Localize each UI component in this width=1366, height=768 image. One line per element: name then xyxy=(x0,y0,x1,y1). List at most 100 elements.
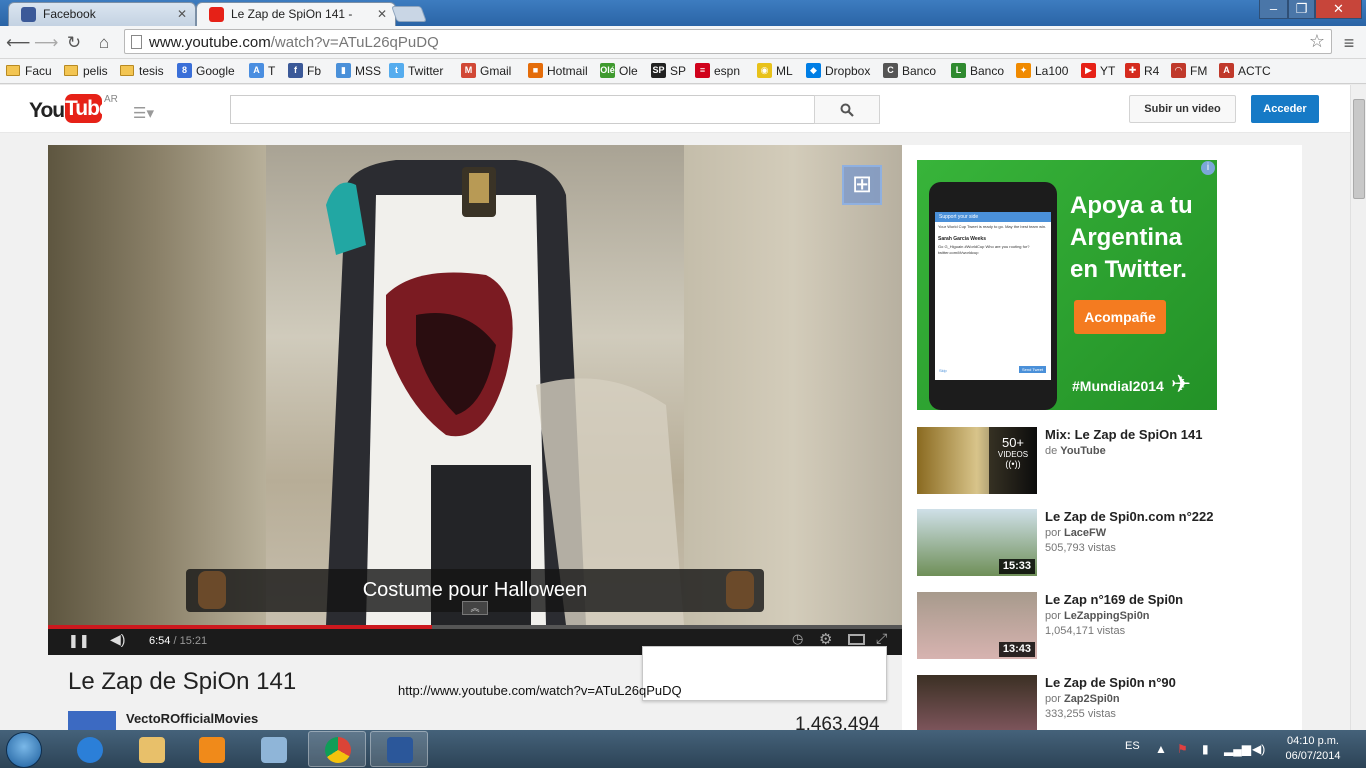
system-clock[interactable]: 04:10 p.m. 06/07/2014 xyxy=(1280,734,1346,764)
bookmark-ole[interactable]: Olé Ole xyxy=(600,62,638,80)
recommendation-title[interactable]: Le Zap de Spi0n n°90 xyxy=(1045,675,1176,690)
mix-overlay: 50+ VIDEOS ((•)) xyxy=(989,427,1037,494)
page-scrollbar[interactable] xyxy=(1350,85,1366,730)
tab-youtube[interactable]: Le Zap de SpiOn 141 - ✕ xyxy=(196,2,396,26)
recommendation-item[interactable]: Le Zap de Spi0n n°90 por Zap2Spi0n 333,255… xyxy=(917,675,1297,730)
recommendation-item[interactable]: 15:33 Le Zap de Spi0n.com n°222 por LaceFW… xyxy=(917,509,1297,579)
bookmark-dropbox[interactable]: ◆ Dropbox xyxy=(806,62,870,80)
search-icon xyxy=(840,103,854,117)
ad-info-icon[interactable]: i xyxy=(1201,161,1215,175)
recommendation-item[interactable]: 13:43 Le Zap n°169 de Spi0n por LeZappingS… xyxy=(917,592,1297,662)
bookmark-gmail[interactable]: M Gmail xyxy=(461,62,511,80)
bookmark-label: MSS xyxy=(355,64,382,78)
watch-later-icon[interactable]: ◷ xyxy=(792,631,803,647)
close-window-button[interactable]: ✕ xyxy=(1315,0,1362,19)
bookmark-pelis[interactable]: pelis xyxy=(64,62,108,80)
chrome-menu-icon[interactable]: ≡ xyxy=(1338,32,1360,54)
bookmark-ml[interactable]: ◉ ML xyxy=(757,62,793,80)
sp-icon: SP xyxy=(651,63,666,78)
mix-radio-icon: ((•)) xyxy=(1005,459,1021,469)
bookmark-facu[interactable]: Facu xyxy=(6,62,52,80)
minimize-window-button[interactable]: – xyxy=(1259,0,1288,19)
folder-icon xyxy=(64,65,78,76)
recommendation-item[interactable]: 50+ VIDEOS ((•)) Mix: Le Zap de SpiOn 141 de… xyxy=(917,427,1297,497)
taskbar-media-player[interactable] xyxy=(182,731,240,767)
bookmark-banco[interactable]: C Banco xyxy=(883,62,936,80)
upload-button[interactable]: Subir un video xyxy=(1129,95,1236,123)
channel-avatar[interactable] xyxy=(68,711,116,730)
video-player[interactable]: ⊞ Costume pour Halloween ︽ ❚❚ ◀) 6:54 / … xyxy=(48,145,902,655)
home-button[interactable]: ⌂ xyxy=(93,32,115,54)
theater-mode-icon[interactable] xyxy=(848,634,865,645)
pause-button[interactable]: ❚❚ xyxy=(68,633,90,649)
bookmark-fb[interactable]: f Fb xyxy=(288,62,321,80)
ad-phone-line: Your World Cup Tweet is ready to go. May… xyxy=(938,224,1047,229)
bookmark-google[interactable]: 8 Google xyxy=(177,62,235,80)
bookmark-mss[interactable]: ▮ MSS xyxy=(336,62,381,80)
language-indicator[interactable]: ES xyxy=(1125,740,1140,752)
volume-icon[interactable]: ◀) xyxy=(110,631,125,648)
forward-button[interactable]: ⟶ xyxy=(34,32,58,54)
google-icon: 8 xyxy=(177,63,192,78)
taskbar-chrome[interactable] xyxy=(308,731,366,767)
recommendation-title[interactable]: Mix: Le Zap de SpiOn 141 xyxy=(1045,427,1202,442)
twitter-ad-banner[interactable]: Support your side Your World Cup Tweet i… xyxy=(917,160,1217,410)
guide-menu-icon[interactable]: ☰▾ xyxy=(133,104,154,122)
bookmark-fm[interactable]: ◠ FM xyxy=(1171,62,1207,80)
taskbar-explorer[interactable] xyxy=(122,731,180,767)
volume-tray-icon[interactable]: ◀) xyxy=(1252,742,1265,756)
start-button[interactable] xyxy=(6,732,42,768)
taskbar-app[interactable] xyxy=(244,731,302,767)
bookmark-label: espn xyxy=(714,64,741,78)
new-tab-button[interactable] xyxy=(391,6,427,22)
bookmark-la100[interactable]: ✦ La100 xyxy=(1016,62,1068,80)
scrollbar-thumb[interactable] xyxy=(1353,99,1365,199)
fullscreen-icon[interactable]: ⤢ xyxy=(876,630,887,647)
bookmark-label: Banco xyxy=(902,64,937,78)
bookmark-sp[interactable]: SP SP xyxy=(651,62,686,80)
ie-icon xyxy=(77,737,103,763)
video-thumbnail[interactable]: 50+ VIDEOS ((•)) xyxy=(917,427,1037,494)
bookmark-star-icon[interactable]: ☆ xyxy=(1309,31,1325,52)
bookmark-yt[interactable]: ▶ YT xyxy=(1081,62,1115,80)
search-input[interactable] xyxy=(230,95,815,124)
sign-in-button[interactable]: Acceder xyxy=(1251,95,1319,123)
tray-expand-icon[interactable]: ▲ xyxy=(1155,742,1167,756)
bookmark-banco[interactable]: L Banco xyxy=(951,62,1004,80)
ad-cta-button[interactable]: Acompañe xyxy=(1074,300,1166,334)
address-bar[interactable]: www.youtube.com/watch?v=ATuL26qPuDQ ☆ xyxy=(124,29,1332,54)
recommendation-title[interactable]: Le Zap n°169 de Spi0n xyxy=(1045,592,1183,607)
recommendation-channel: por Zap2Spi0n xyxy=(1045,693,1120,705)
annotation-icon[interactable]: ⊞ xyxy=(842,165,882,205)
view-count: 1.463.494 xyxy=(795,714,880,730)
bookmark-actc[interactable]: A ACTC xyxy=(1219,62,1271,80)
bookmark-twitter[interactable]: t Twitter xyxy=(389,62,443,80)
action-center-icon[interactable]: ⚑ xyxy=(1177,742,1188,756)
recommendation-title[interactable]: Le Zap de Spi0n.com n°222 xyxy=(1045,509,1213,524)
power-icon[interactable]: ▮ xyxy=(1202,742,1209,756)
tab-facebook[interactable]: Facebook ✕ xyxy=(8,2,196,26)
video-thumbnail[interactable]: 15:33 xyxy=(917,509,1037,576)
close-tab-icon[interactable]: ✕ xyxy=(177,3,187,25)
bookmark-espn[interactable]: ≡ espn xyxy=(695,62,740,80)
taskbar-ie[interactable] xyxy=(60,731,118,767)
ad-headline: Apoya a tu Argentina en Twitter. xyxy=(1070,192,1193,283)
video-thumbnail[interactable] xyxy=(917,675,1037,730)
bars-icon: ▮ xyxy=(336,63,351,78)
progress-bar[interactable] xyxy=(48,625,902,629)
back-button[interactable]: ⟵ xyxy=(6,32,30,54)
search-button[interactable] xyxy=(814,95,880,124)
bookmark-r4[interactable]: ✚ R4 xyxy=(1125,62,1159,80)
subtitle-toggle-icon[interactable]: ︽ xyxy=(462,601,488,615)
video-thumbnail[interactable]: 13:43 xyxy=(917,592,1037,659)
network-icon[interactable]: ▂▄▆ xyxy=(1224,742,1251,756)
bookmark-tesis[interactable]: tesis xyxy=(120,62,164,80)
restore-window-button[interactable]: ❐ xyxy=(1288,0,1315,19)
bookmark-hotmail[interactable]: ■ Hotmail xyxy=(528,62,588,80)
reload-button[interactable]: ↻ xyxy=(63,32,85,54)
close-tab-icon[interactable]: ✕ xyxy=(377,3,387,25)
taskbar-word[interactable] xyxy=(370,731,428,767)
subtitle-mascot-right-icon xyxy=(726,571,754,609)
channel-name[interactable]: VectoROfficialMovies xyxy=(126,711,258,726)
bookmark-t[interactable]: AT xyxy=(249,62,275,80)
